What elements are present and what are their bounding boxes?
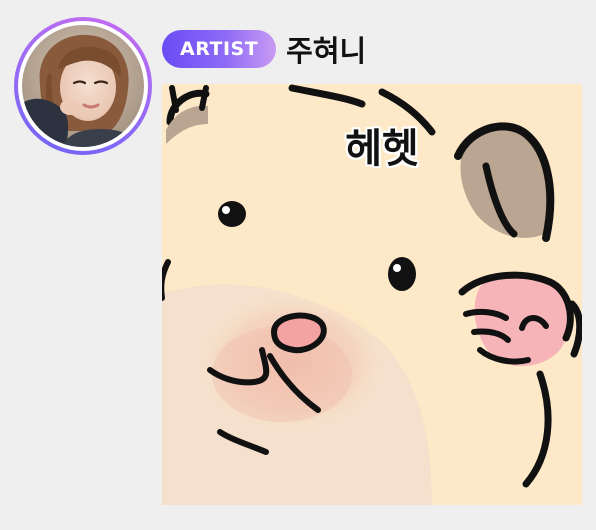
sender-name[interactable]: 주혀니 (286, 28, 366, 70)
avatar-photo (22, 25, 144, 147)
artist-avatar[interactable] (14, 17, 152, 155)
hamster-sticker-illustration (162, 84, 582, 505)
artist-badge: ARTIST (162, 30, 277, 68)
avatar-portrait-image (22, 25, 144, 147)
hamster-sticker[interactable]: 헤헷 (162, 84, 582, 505)
sender-header: ARTIST 주혀니 (162, 28, 366, 70)
chat-message: ARTIST 주혀니 헤헷 (0, 0, 596, 530)
